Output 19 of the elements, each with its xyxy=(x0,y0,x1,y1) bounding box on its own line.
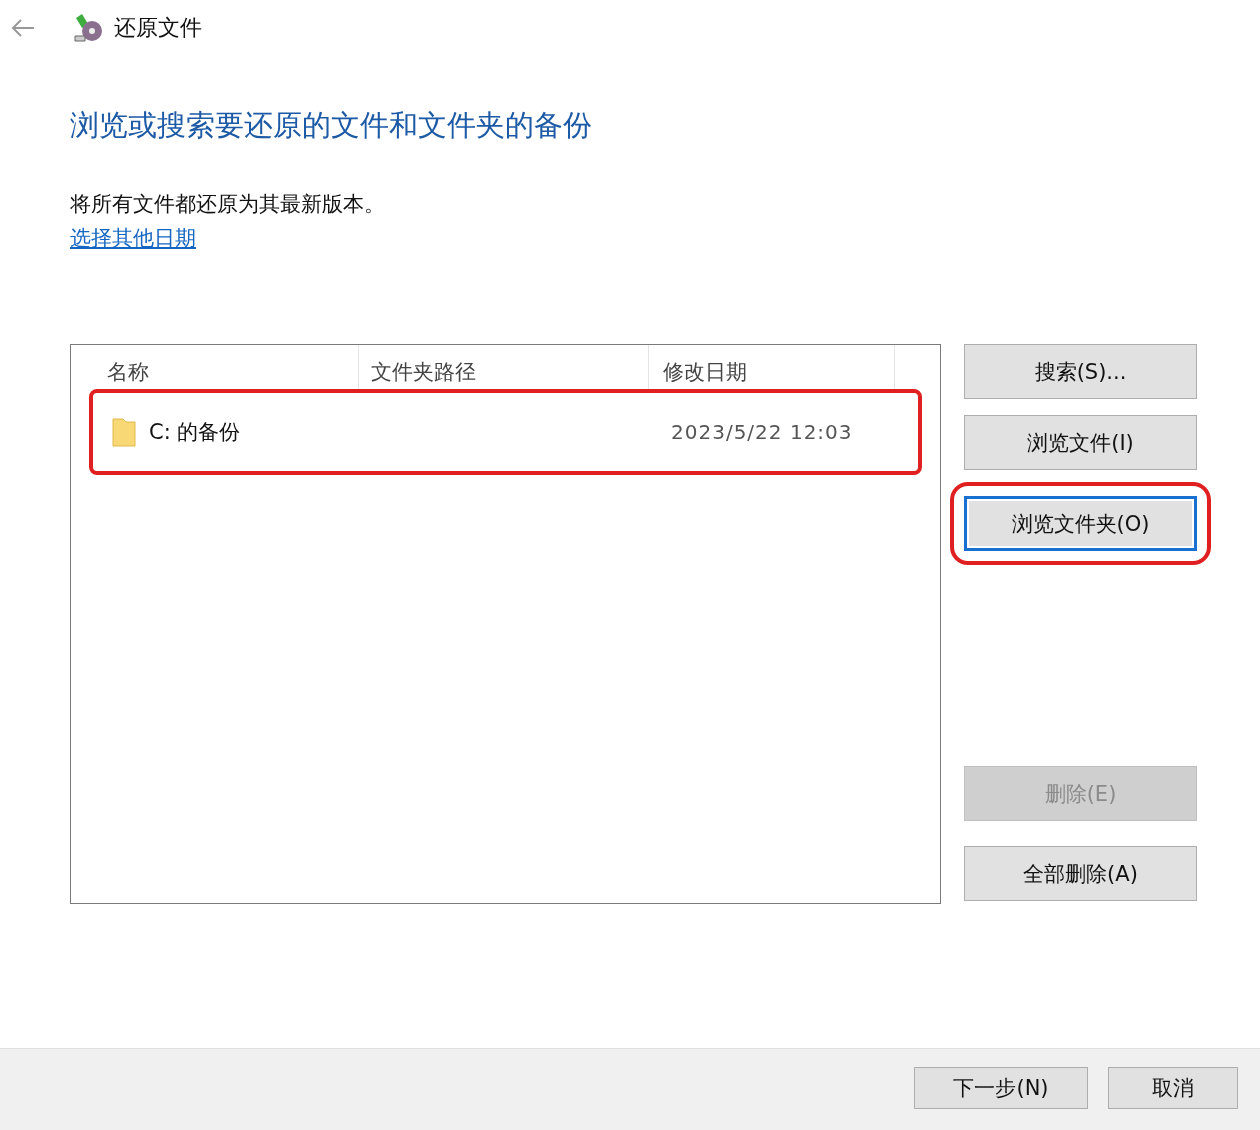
choose-date-link[interactable]: 选择其他日期 xyxy=(70,224,196,252)
description-text: 将所有文件都还原为其最新版本。 xyxy=(70,191,386,218)
column-header[interactable]: 文件夹路径 xyxy=(359,345,649,393)
column-header[interactable]: 名称 xyxy=(71,345,359,393)
backup-name: C: 的备份 xyxy=(149,419,241,446)
window-title: 还原文件 xyxy=(114,14,202,42)
cancel-button[interactable]: 取消 xyxy=(1108,1067,1238,1109)
back-icon[interactable] xyxy=(10,18,36,38)
folder-icon xyxy=(111,416,137,448)
next-button[interactable]: 下一步(N) xyxy=(914,1067,1088,1109)
restore-icon xyxy=(72,12,104,44)
list-row[interactable]: C: 的备份 2023/5/22 12:03 xyxy=(93,393,918,471)
side-button[interactable]: 搜索(S)... xyxy=(964,344,1197,399)
column-header[interactable]: 修改日期 xyxy=(649,345,895,393)
side-button[interactable]: 全部删除(A) xyxy=(964,846,1197,901)
modified-date: 2023/5/22 12:03 xyxy=(671,420,854,444)
side-button[interactable]: 浏览文件夹(O) xyxy=(964,496,1197,551)
page-heading: 浏览或搜索要还原的文件和文件夹的备份 xyxy=(70,107,593,144)
side-button[interactable]: 浏览文件(I) xyxy=(964,415,1197,470)
